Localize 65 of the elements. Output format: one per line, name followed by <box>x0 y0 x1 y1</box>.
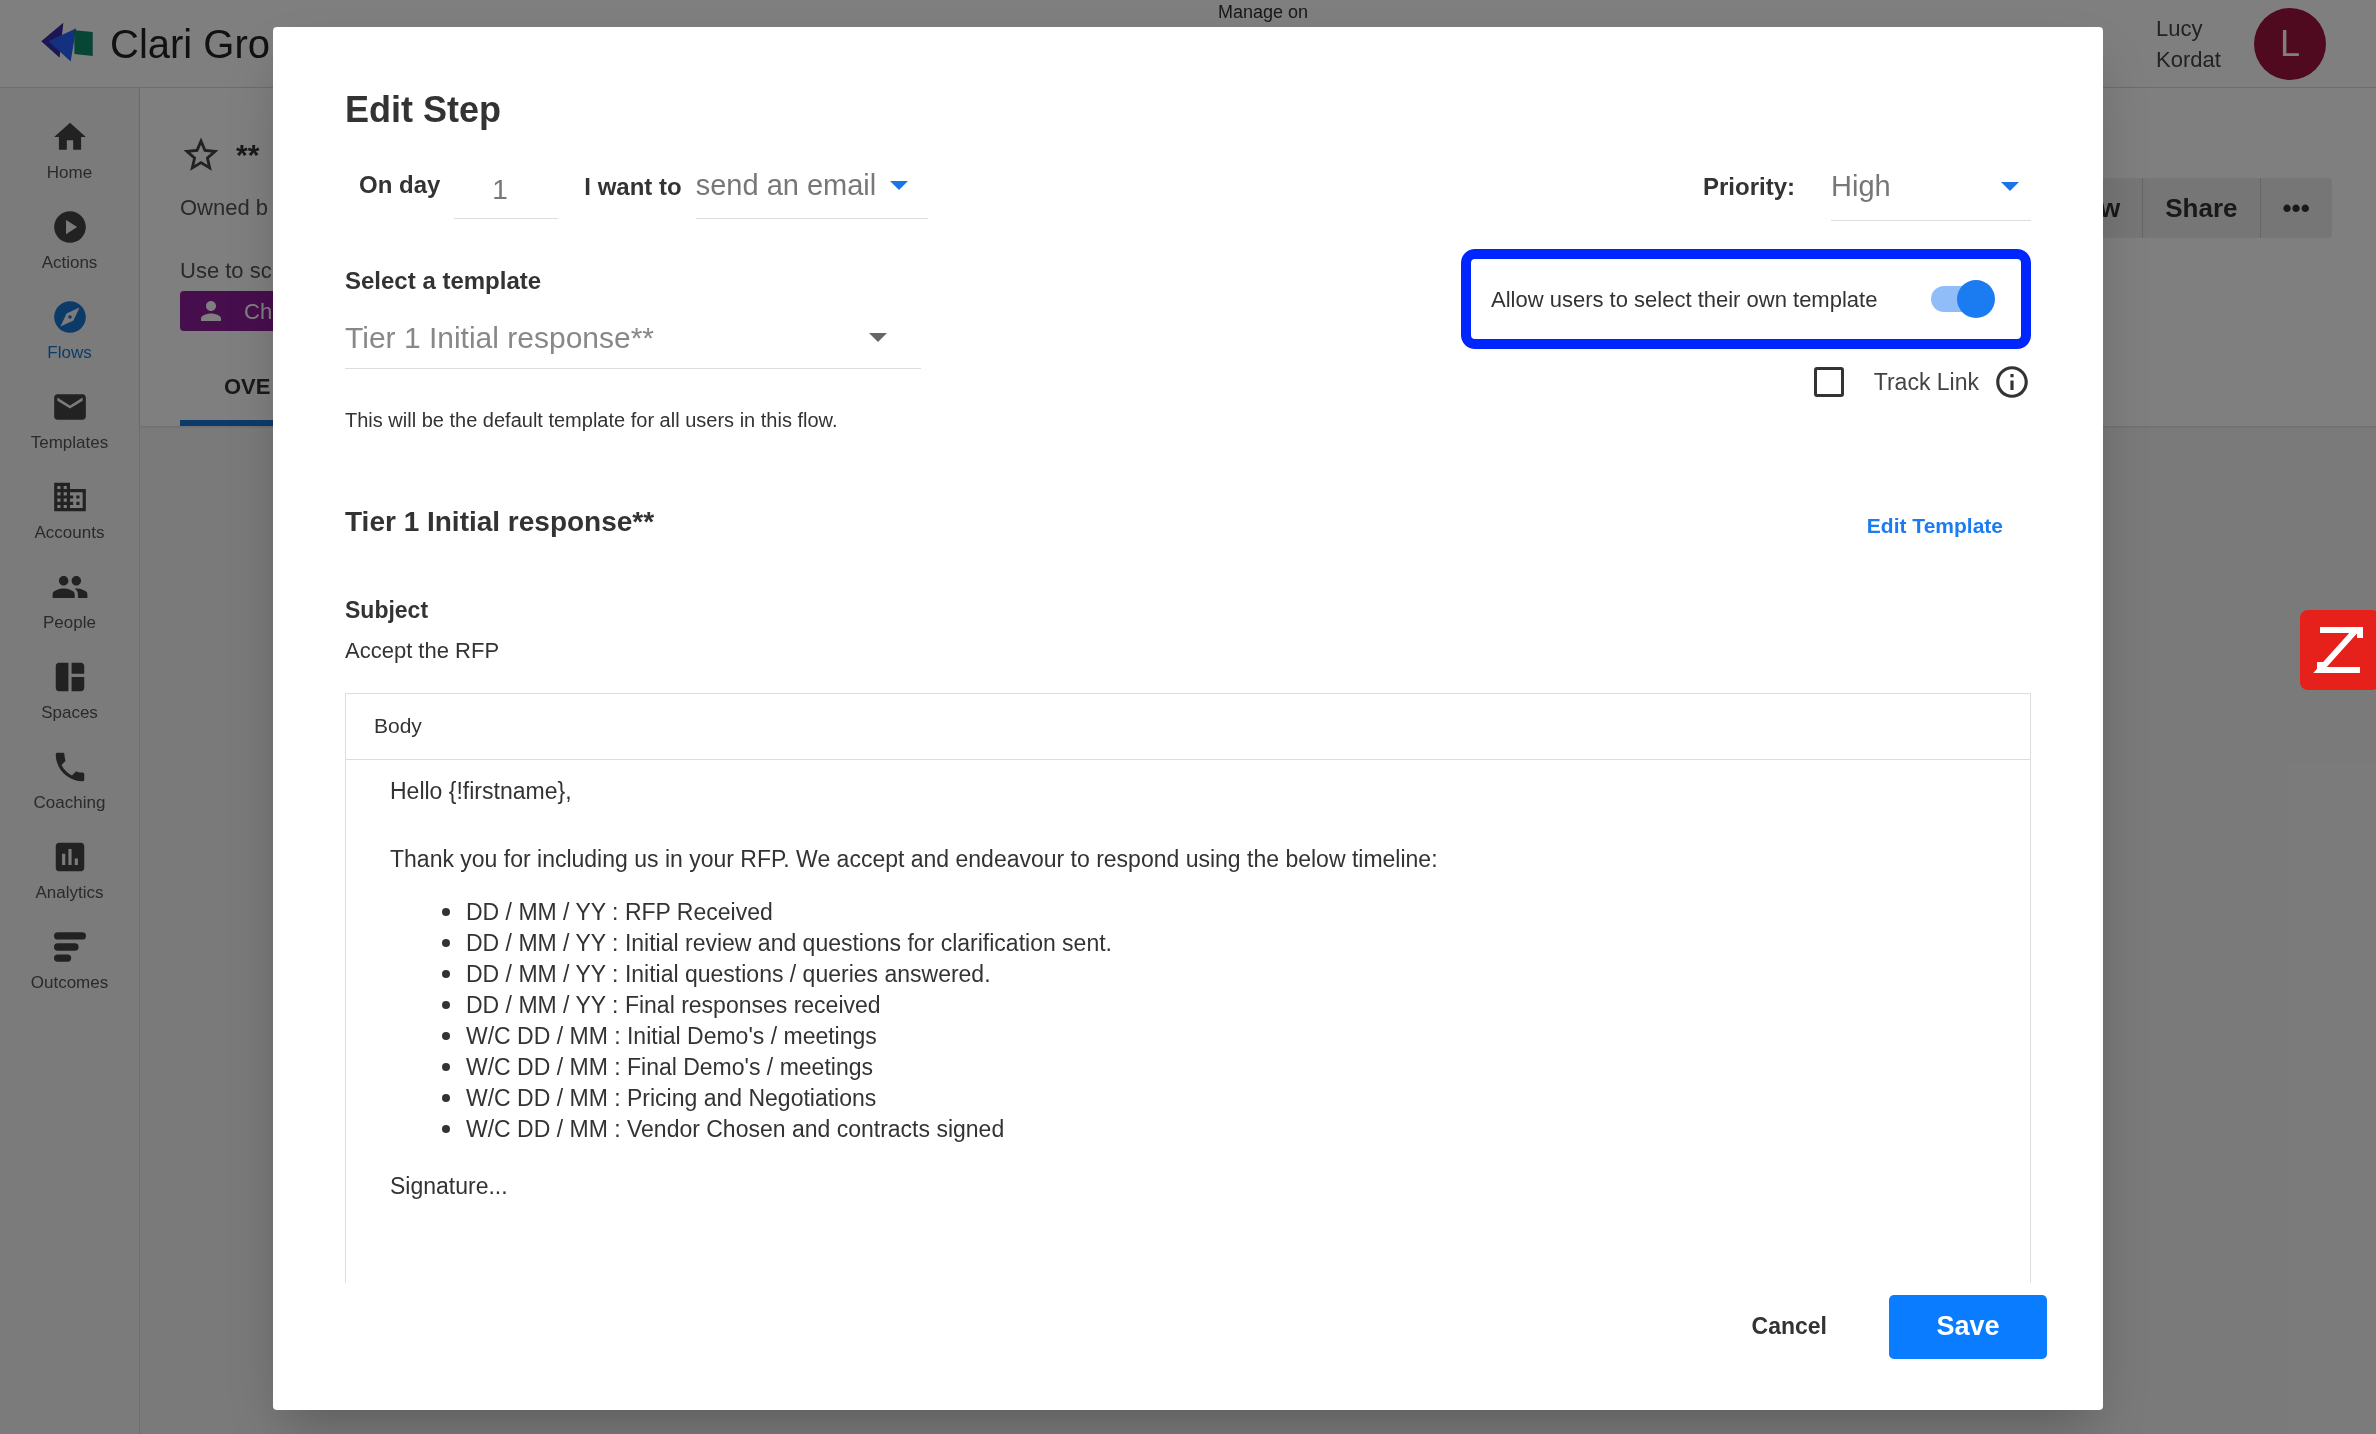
expand-icon[interactable] <box>2300 610 2376 690</box>
own-template-label: Allow users to select their own template <box>1491 285 1878 314</box>
info-icon[interactable] <box>1993 363 2031 401</box>
body-label: Body <box>374 713 422 740</box>
template-dropdown[interactable]: Tier 1 Initial response** <box>345 315 921 369</box>
description-text: Use to sc <box>180 257 272 285</box>
app-name: Clari Gro <box>110 20 271 68</box>
save-button[interactable]: Save <box>1889 1294 2047 1359</box>
caret-icon <box>2001 182 2019 191</box>
toolbar-button[interactable]: ••• <box>2259 178 2332 238</box>
timeline-item: DD / MM / YY : Initial review and questions for clarification sent. <box>466 928 1112 958</box>
user-name: Lucy Kordat <box>2156 14 2222 74</box>
sidebar-item[interactable]: Flows <box>4 298 135 388</box>
sidebar-item[interactable]: Actions <box>4 208 135 298</box>
bullet-icon <box>442 1125 450 1133</box>
timeline-item: DD / MM / YY : RFP Received <box>466 897 773 927</box>
timeline-item: W/C DD / MM : Vendor Chosen and contracts signed <box>466 1114 1005 1144</box>
track-link-label: Track Link <box>1873 367 1979 397</box>
cancel-button[interactable]: Cancel <box>1731 1296 1847 1357</box>
sidebar-item[interactable]: Templates <box>4 388 135 478</box>
priority-dropdown[interactable]: High <box>1831 159 2031 221</box>
hint-text: This will be the default template for all users in this flow. <box>345 408 838 433</box>
caret-icon <box>869 333 887 342</box>
signature-text: Signature... <box>390 1171 509 1201</box>
notice-text: Manage on <box>1218 2 1309 22</box>
caret-icon <box>890 181 909 190</box>
owner-text: Owned b <box>180 194 269 222</box>
sidebar-item[interactable]: Spaces <box>4 658 135 748</box>
template-name: Tier 1 Initial response** <box>345 505 655 539</box>
toggle-switch[interactable] <box>1929 280 1995 318</box>
bullet-icon <box>442 908 450 916</box>
bullet-icon <box>442 939 450 947</box>
greeting-text: Hello {!firstname}, <box>390 776 573 806</box>
timeline-item: DD / MM / YY : Final responses received <box>466 990 881 1020</box>
day-field[interactable]: 1 <box>454 163 559 219</box>
bullet-icon <box>442 1094 450 1102</box>
sidebar-item[interactable]: Accounts <box>4 478 135 568</box>
template-label: Select a template <box>345 266 542 296</box>
dialog-title: Edit Step <box>345 88 502 132</box>
bullet-icon <box>442 970 450 978</box>
subject-label: Subject <box>345 596 430 625</box>
bars-icon <box>53 932 86 962</box>
sidebar-item[interactable]: Coaching <box>4 748 135 838</box>
intro-text: Thank you for including us in your RFP. We accept and endeavour to respond using the below timeline: <box>390 845 1439 874</box>
sidebar-item[interactable]: People <box>4 568 135 658</box>
edit-template-link[interactable]: Edit Template <box>1866 510 2003 542</box>
track-link-checkbox[interactable] <box>1813 367 1844 397</box>
bullet-icon <box>442 1001 450 1009</box>
subject-value: Accept the RFP <box>345 636 501 665</box>
sidebar-item[interactable]: Home <box>4 118 135 208</box>
bullet-icon <box>442 1032 450 1040</box>
sidebar-item[interactable]: Outcomes <box>4 928 135 1018</box>
action-label: I want to <box>584 172 682 202</box>
sidebar-item[interactable]: Analytics <box>4 838 135 928</box>
toolbar-button[interactable]: Share <box>2142 178 2260 238</box>
bullet-icon <box>442 1063 450 1071</box>
user-avatar[interactable]: L <box>2254 7 2326 80</box>
day-label: On day <box>359 170 441 200</box>
timeline-item: DD / MM / YY : Initial questions / queries answered. <box>466 959 991 989</box>
action-dropdown[interactable]: send an email <box>695 159 929 219</box>
timeline-item: W/C DD / MM : Initial Demo's / meetings <box>466 1021 877 1051</box>
timeline-item: W/C DD / MM : Pricing and Negotiations <box>466 1083 877 1113</box>
timeline-item: W/C DD / MM : Final Demo's / meetings <box>466 1052 873 1082</box>
flow-title: ** <box>236 137 260 173</box>
priority-label: Priority: <box>1703 172 1795 202</box>
